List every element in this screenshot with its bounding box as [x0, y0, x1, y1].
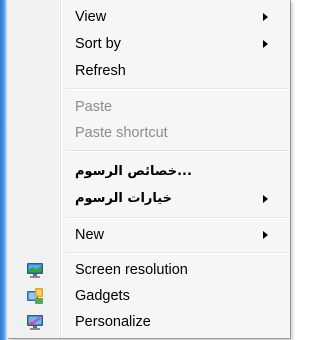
submenu-arrow-icon [263, 231, 268, 239]
menu-item-label: Sort by [75, 36, 121, 52]
menu-item-view[interactable]: View [8, 5, 290, 29]
menu-separator [66, 150, 288, 152]
menu-item-label: Screen resolution [75, 262, 188, 278]
menu-item-screen-resolution[interactable]: Screen resolution [8, 258, 290, 282]
desktop-background-edge [0, 0, 8, 340]
menu-item-label: ...خصائص الرسوم [75, 164, 192, 179]
menu-item-new[interactable]: New [8, 223, 290, 247]
menu-item-paste-shortcut: Paste shortcut [8, 121, 290, 145]
menu-item-graphics-properties[interactable]: ...خصائص الرسوم [8, 160, 290, 184]
menu-item-label: Gadgets [75, 288, 130, 304]
menu-separator [66, 88, 288, 90]
desktop-context-menu: View Sort by Refresh Paste Paste shortcu… [8, 0, 291, 339]
menu-item-label: New [75, 227, 105, 243]
submenu-arrow-icon [263, 40, 268, 48]
menu-item-label: Paste shortcut [75, 125, 168, 141]
personalize-icon [26, 313, 44, 331]
menu-item-gadgets[interactable]: Gadgets [8, 284, 290, 308]
submenu-arrow-icon [263, 195, 268, 203]
submenu-arrow-icon [263, 13, 268, 21]
menu-separator [66, 217, 288, 219]
menu-item-graphics-options[interactable]: خيارات الرسوم [8, 187, 290, 211]
menu-item-paste: Paste [8, 95, 290, 119]
menu-item-sort-by[interactable]: Sort by [8, 32, 290, 56]
menu-item-label: Paste [75, 99, 113, 115]
menu-item-label: Refresh [75, 63, 126, 79]
gadgets-icon [26, 287, 44, 305]
menu-separator [66, 252, 288, 254]
menu-item-label: Personalize [75, 314, 151, 330]
menu-item-label: View [75, 9, 107, 25]
menu-item-label: خيارات الرسوم [75, 191, 172, 206]
menu-item-refresh[interactable]: Refresh [8, 59, 290, 83]
menu-item-personalize[interactable]: Personalize [8, 310, 290, 334]
screen-resolution-icon [26, 261, 44, 279]
